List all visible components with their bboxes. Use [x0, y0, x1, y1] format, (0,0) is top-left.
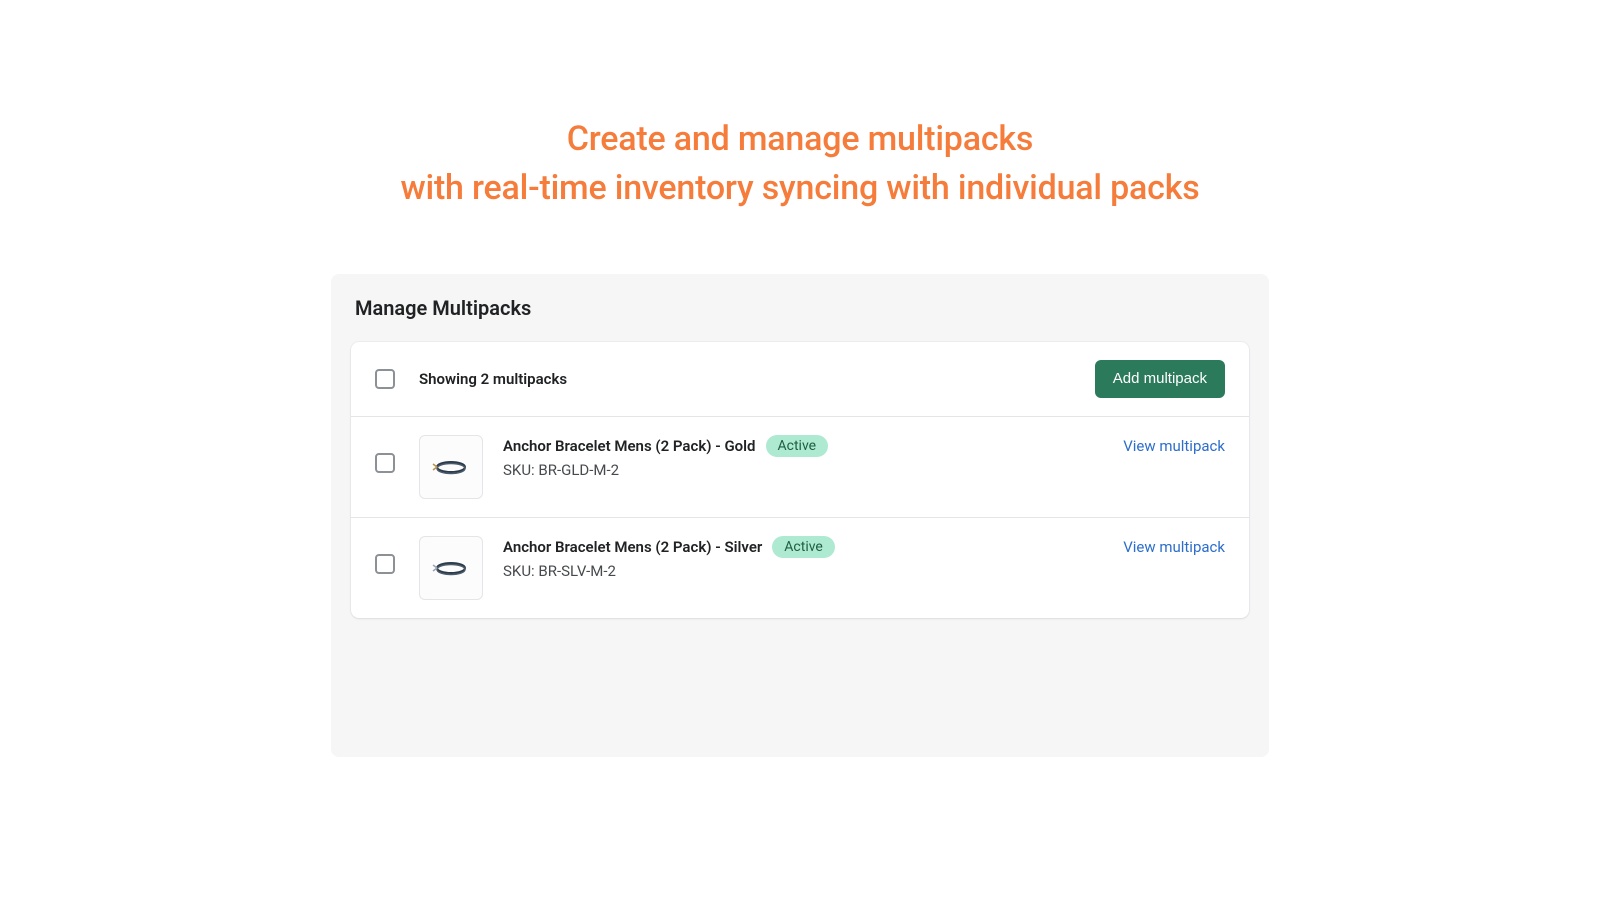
bracelet-icon: [431, 457, 471, 477]
list-item: Anchor Bracelet Mens (2 Pack) - Gold Act…: [351, 417, 1249, 518]
product-title: Anchor Bracelet Mens (2 Pack) - Silver: [503, 538, 762, 556]
row-content: Anchor Bracelet Mens (2 Pack) - Silver A…: [503, 536, 1123, 581]
multipacks-card: Showing 2 multipacks Add multipack Ancho…: [351, 342, 1249, 618]
select-all-checkbox[interactable]: [375, 369, 395, 389]
headline-line-1: Create and manage multipacks: [567, 119, 1033, 159]
result-count: Showing 2 multipacks: [419, 370, 1095, 388]
product-title: Anchor Bracelet Mens (2 Pack) - Gold: [503, 437, 756, 455]
marketing-headline: Create and manage multipacks with real-t…: [0, 115, 1600, 214]
headline-line-2: with real-time inventory syncing with in…: [400, 168, 1199, 208]
add-multipack-button[interactable]: Add multipack: [1095, 360, 1225, 398]
row-content: Anchor Bracelet Mens (2 Pack) - Gold Act…: [503, 435, 1123, 480]
row-checkbox[interactable]: [375, 453, 395, 473]
card-header: Showing 2 multipacks Add multipack: [351, 342, 1249, 417]
status-badge: Active: [766, 435, 829, 458]
product-sku: SKU: BR-GLD-M-2: [503, 461, 1123, 479]
product-thumbnail: [419, 536, 483, 600]
bracelet-icon: [431, 558, 471, 578]
product-sku: SKU: BR-SLV-M-2: [503, 562, 1123, 580]
product-thumbnail: [419, 435, 483, 499]
view-multipack-link[interactable]: View multipack: [1123, 437, 1225, 455]
view-multipack-link[interactable]: View multipack: [1123, 538, 1225, 556]
panel-title: Manage Multipacks: [331, 296, 1269, 342]
manage-multipacks-panel: Manage Multipacks Showing 2 multipacks A…: [331, 274, 1269, 757]
list-item: Anchor Bracelet Mens (2 Pack) - Silver A…: [351, 518, 1249, 618]
status-badge: Active: [772, 536, 835, 559]
row-checkbox[interactable]: [375, 554, 395, 574]
